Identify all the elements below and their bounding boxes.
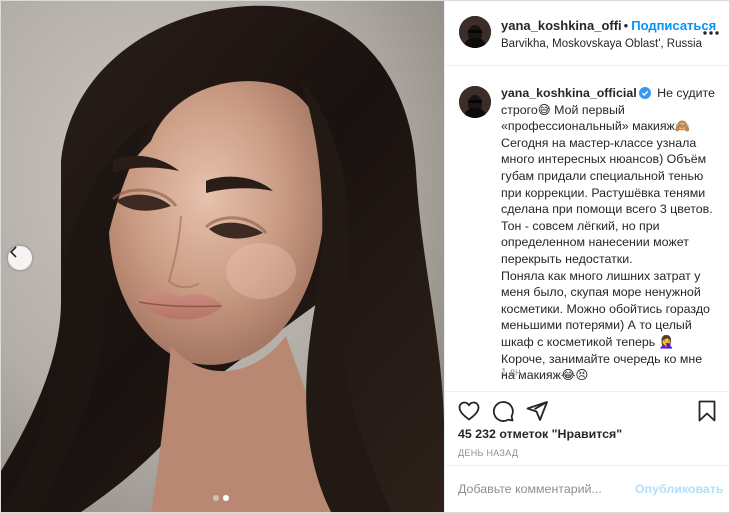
post-header: yana_koshkina_offi • Подписаться Barvikha,… (445, 1, 729, 66)
portrait-image (1, 1, 444, 512)
avatar[interactable] (459, 86, 491, 118)
chevron-left-icon (9, 246, 17, 258)
carousel-indicator (213, 495, 229, 501)
post-photo[interactable] (1, 1, 444, 512)
share-icon[interactable] (525, 399, 549, 423)
post-date[interactable]: ДЕНЬ НАЗАД (458, 448, 518, 458)
header-username[interactable]: yana_koshkina_offi (501, 18, 622, 33)
caption-area: yana_koshkina_official Не судите строго😅… (445, 66, 729, 390)
carousel-dot (213, 495, 219, 501)
comment-input[interactable] (458, 479, 638, 499)
heart-icon[interactable] (457, 399, 481, 423)
profile-picture (459, 86, 491, 118)
comment-bar: Опубликовать (445, 465, 729, 512)
carousel-prev-button[interactable] (8, 246, 32, 270)
publish-button[interactable]: Опубликовать (635, 482, 723, 496)
avatar[interactable] (459, 16, 491, 48)
header-separator: • (623, 18, 629, 33)
more-horizontal-icon[interactable] (703, 25, 719, 41)
caption-text: yana_koshkina_official Не судите строго😅… (501, 85, 717, 384)
header-user-line: yana_koshkina_offi • Подписаться (501, 18, 716, 33)
carousel-dot-active (223, 495, 229, 501)
location-link[interactable]: Barvikha, Moskovskaya Oblast', Russia (501, 38, 702, 50)
caption-body: Не судите строго😅 Мой первый «профессион… (501, 86, 715, 383)
post-window: yana_koshkina_offi • Подписаться Barvikha,… (0, 0, 730, 513)
profile-picture (459, 16, 491, 48)
verified-badge-icon (638, 87, 651, 99)
post-side-panel: yana_koshkina_offi • Подписаться Barvikha,… (444, 1, 729, 512)
caption-username[interactable]: yana_koshkina_official (501, 86, 637, 100)
caption-timestamp[interactable]: 1 дн. (501, 367, 523, 378)
likes-count[interactable]: 45 232 отметок "Нравится" (458, 427, 622, 441)
bookmark-icon[interactable] (695, 399, 719, 423)
comment-icon[interactable] (491, 399, 515, 423)
